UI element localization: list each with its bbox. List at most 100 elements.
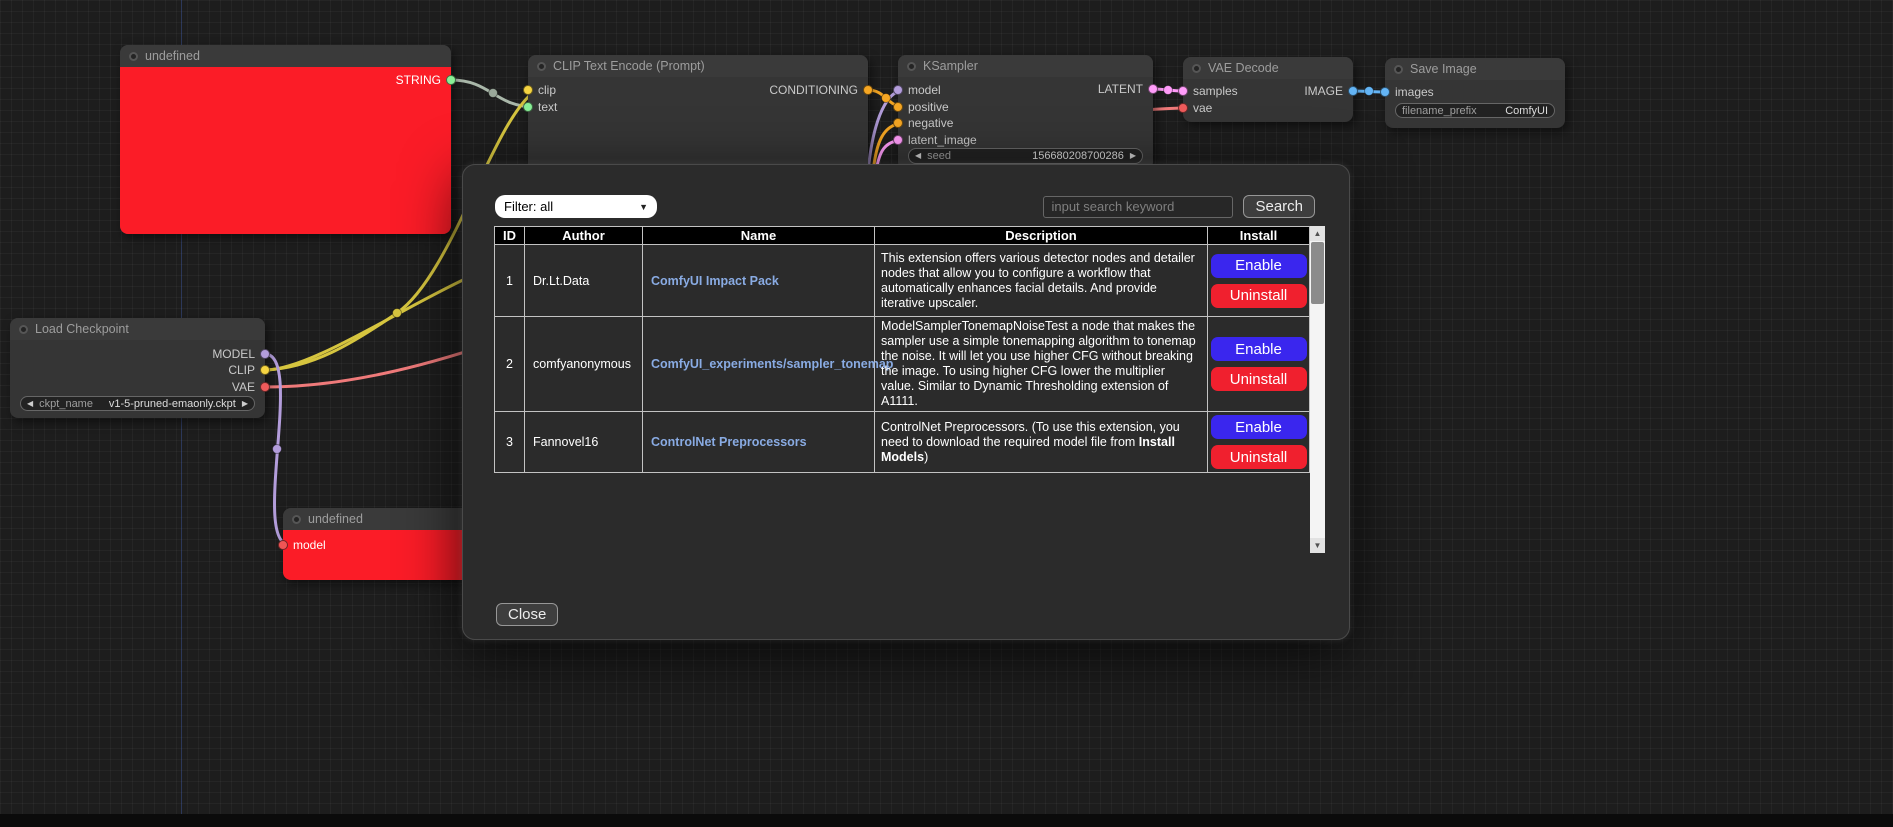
node-undefined-bottom[interactable]: undefined model <box>283 508 473 580</box>
link-midpoint-dot[interactable] <box>882 94 891 103</box>
cell-name: ControlNet Preprocessors <box>643 412 875 473</box>
extension-table: ID Author Name Description Install 1 Dr.… <box>494 226 1310 473</box>
scroll-down-button[interactable]: ▼ <box>1310 538 1325 553</box>
slot-label: images <box>1395 85 1434 99</box>
widget-increment-icon[interactable]: ▶ <box>1130 152 1136 160</box>
collapse-dot-icon[interactable] <box>129 52 138 61</box>
node-header[interactable]: undefined <box>120 45 451 67</box>
extension-link[interactable]: ComfyUI_experiments/sampler_tonemap <box>651 357 893 371</box>
latent-port-icon[interactable] <box>893 135 903 145</box>
link-midpoint-dot[interactable] <box>489 89 498 98</box>
enable-button[interactable]: Enable <box>1211 337 1307 361</box>
link-midpoint-dot[interactable] <box>273 445 282 454</box>
node-save-image[interactable]: Save Image images filename_prefix ComfyU… <box>1385 58 1565 128</box>
widget-decrement-icon[interactable]: ◀ <box>27 400 33 408</box>
slot-label: STRING <box>396 73 441 87</box>
extension-table-zone: ID Author Name Description Install 1 Dr.… <box>494 226 1325 553</box>
image-port-icon[interactable] <box>1380 87 1390 97</box>
enable-button[interactable]: Enable <box>1211 254 1307 278</box>
search-group: Search <box>1043 195 1315 218</box>
conditioning-port-icon[interactable] <box>863 85 873 95</box>
node-header[interactable]: Save Image <box>1385 58 1565 80</box>
cell-install: Enable Uninstall <box>1208 412 1310 473</box>
slot-label: IMAGE <box>1304 84 1343 98</box>
widget-value: 156680208700286 <box>1032 150 1124 162</box>
widget-decrement-icon[interactable]: ◀ <box>915 152 921 160</box>
col-header-name: Name <box>643 227 875 245</box>
model-port-icon[interactable] <box>260 349 270 359</box>
node-undefined-top[interactable]: undefined STRING <box>120 45 451 234</box>
output-slot-model: MODEL <box>212 347 270 361</box>
collapse-dot-icon[interactable] <box>292 515 301 524</box>
extension-link[interactable]: ComfyUI Impact Pack <box>651 274 779 288</box>
uninstall-button[interactable]: Uninstall <box>1211 284 1307 308</box>
node-title: undefined <box>308 512 363 526</box>
node-header[interactable]: CLIP Text Encode (Prompt) <box>528 55 868 77</box>
filter-select[interactable]: Filter: all ▼ <box>495 195 657 218</box>
filename-prefix-widget[interactable]: filename_prefix ComfyUI <box>1395 103 1555 118</box>
text-port-icon[interactable] <box>523 102 533 112</box>
node-title: VAE Decode <box>1208 61 1279 75</box>
widget-label: seed <box>927 150 951 162</box>
slot-label: latent_image <box>908 133 977 147</box>
node-vae-decode[interactable]: VAE Decode samples vae IMAGE <box>1183 57 1353 122</box>
node-header[interactable]: undefined <box>283 508 473 530</box>
node-header[interactable]: KSampler <box>898 55 1153 77</box>
cell-author: Fannovel16 <box>525 412 643 473</box>
scroll-up-button[interactable]: ▲ <box>1310 226 1325 241</box>
close-button[interactable]: Close <box>496 603 558 626</box>
uninstall-button[interactable]: Uninstall <box>1211 445 1307 469</box>
slot-label: model <box>293 538 326 552</box>
conditioning-port-icon[interactable] <box>893 102 903 112</box>
model-port-icon[interactable] <box>893 85 903 95</box>
slot-label: model <box>908 83 941 97</box>
node-load-checkpoint[interactable]: Load Checkpoint MODEL CLIP VAE ◀ ckpt_na… <box>10 318 265 418</box>
cell-name: ComfyUI_experiments/sampler_tonemap <box>643 317 875 412</box>
description-text: ) <box>924 450 928 464</box>
vae-port-icon[interactable] <box>260 382 270 392</box>
table-scrollbar[interactable]: ▲ ▼ <box>1310 226 1325 553</box>
latent-port-icon[interactable] <box>1148 84 1158 94</box>
clip-port-icon[interactable] <box>260 365 270 375</box>
collapse-dot-icon[interactable] <box>907 62 916 71</box>
extension-link[interactable]: ControlNet Preprocessors <box>651 435 807 449</box>
latent-port-icon[interactable] <box>1178 86 1188 96</box>
scroll-up-icon: ▲ <box>1314 229 1322 238</box>
scrollbar-thumb[interactable] <box>1311 242 1324 304</box>
table-row: 1 Dr.Lt.Data ComfyUI Impact Pack This ex… <box>495 245 1310 317</box>
node-header[interactable]: VAE Decode <box>1183 57 1353 79</box>
enable-button[interactable]: Enable <box>1211 415 1307 439</box>
collapse-dot-icon[interactable] <box>537 62 546 71</box>
col-header-id: ID <box>495 227 525 245</box>
ckpt-name-widget[interactable]: ◀ ckpt_name v1-5-pruned-emaonly.ckpt ▶ <box>20 396 255 411</box>
node-ksampler[interactable]: KSampler model positive negative latent_… <box>898 55 1153 170</box>
collapse-dot-icon[interactable] <box>1394 65 1403 74</box>
input-slot-negative: negative <box>893 116 953 130</box>
slot-label: CONDITIONING <box>769 83 858 97</box>
image-port-icon[interactable] <box>1348 86 1358 96</box>
search-input[interactable] <box>1043 196 1233 218</box>
cell-install: Enable Uninstall <box>1208 317 1310 412</box>
collapse-dot-icon[interactable] <box>1192 64 1201 73</box>
collapse-dot-icon[interactable] <box>19 325 28 334</box>
cell-name: ComfyUI Impact Pack <box>643 245 875 317</box>
cell-description: This extension offers various detector n… <box>875 245 1208 317</box>
search-button[interactable]: Search <box>1243 195 1315 218</box>
seed-widget[interactable]: ◀ seed 156680208700286 ▶ <box>908 148 1143 164</box>
link-midpoint-dot[interactable] <box>1164 86 1173 95</box>
widget-increment-icon[interactable]: ▶ <box>242 400 248 408</box>
uninstall-button[interactable]: Uninstall <box>1211 367 1307 391</box>
cell-id: 1 <box>495 245 525 317</box>
model-port-icon[interactable] <box>278 540 288 550</box>
vae-port-icon[interactable] <box>1178 103 1188 113</box>
clip-port-icon[interactable] <box>523 85 533 95</box>
node-header[interactable]: Load Checkpoint <box>10 318 265 340</box>
link-midpoint-dot[interactable] <box>1365 87 1374 96</box>
input-slot-samples: samples <box>1178 84 1238 98</box>
conditioning-port-icon[interactable] <box>893 118 903 128</box>
node-title: CLIP Text Encode (Prompt) <box>553 59 705 73</box>
slot-label: positive <box>908 100 949 114</box>
link-midpoint-dot[interactable] <box>393 309 402 318</box>
table-header-row: ID Author Name Description Install <box>495 227 1310 245</box>
string-port-icon[interactable] <box>446 75 456 85</box>
